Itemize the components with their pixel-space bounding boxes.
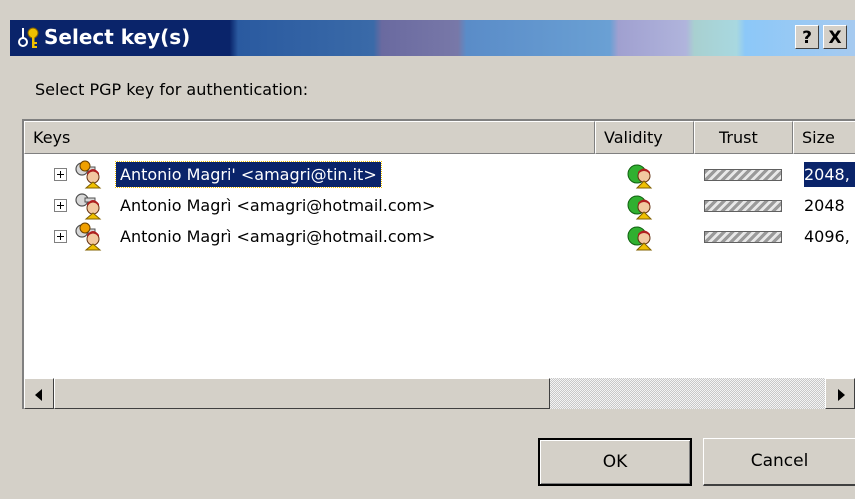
- key-name: Antonio Magri' <amagri@tin.it>: [115, 161, 382, 188]
- trust-bar: [704, 231, 782, 243]
- key-size: 2048: [804, 196, 845, 215]
- valid-key-icon: [627, 226, 653, 251]
- column-header-validity[interactable]: Validity: [595, 121, 694, 154]
- column-header-keys[interactable]: Keys: [24, 121, 595, 154]
- expand-icon[interactable]: [54, 230, 67, 243]
- key-size: 2048,: [804, 162, 855, 187]
- expand-icon[interactable]: [54, 199, 67, 212]
- prompt-label: Select PGP key for authentication:: [35, 80, 309, 99]
- scroll-right-button[interactable]: [825, 378, 855, 409]
- trust-bar: [704, 169, 782, 181]
- horizontal-scrollbar[interactable]: [24, 378, 855, 409]
- key-row[interactable]: Antonio Magrì <amagri@hotmail.com> 4096,: [24, 221, 855, 252]
- key-pair-icon: [75, 160, 102, 189]
- cancel-button[interactable]: Cancel: [703, 438, 855, 486]
- trust-bar: [704, 200, 782, 212]
- key-name: Antonio Magrì <amagri@hotmail.com>: [120, 196, 436, 215]
- close-button[interactable]: X: [823, 25, 847, 49]
- key-pair-icon: [75, 222, 102, 251]
- expand-icon[interactable]: [54, 168, 67, 181]
- scroll-left-button[interactable]: [24, 378, 54, 409]
- column-header-trust[interactable]: Trust: [694, 121, 793, 154]
- key-row[interactable]: Antonio Magri' <amagri@tin.it> 2048,: [24, 159, 855, 190]
- ok-button[interactable]: OK: [538, 438, 692, 486]
- select-keys-dialog: Select key(s) ? X Select PGP key for aut…: [0, 0, 855, 499]
- column-header-size[interactable]: Size: [793, 121, 855, 154]
- key-icon: [18, 27, 39, 48]
- key-row[interactable]: Antonio Magrì <amagri@hotmail.com> 2048: [24, 190, 855, 221]
- key-pair-icon: [75, 193, 102, 220]
- title-bar[interactable]: Select key(s) ? X: [10, 20, 855, 56]
- keys-list[interactable]: Keys Validity Trust Size Antonio Magri' …: [22, 119, 855, 409]
- scroll-thumb[interactable]: [54, 378, 550, 409]
- arrow-right-icon: [838, 389, 845, 401]
- key-size: 4096,: [804, 227, 850, 246]
- valid-key-icon: [627, 195, 653, 220]
- arrow-left-icon: [35, 389, 42, 401]
- help-button[interactable]: ?: [795, 25, 819, 49]
- key-name: Antonio Magrì <amagri@hotmail.com>: [120, 227, 436, 246]
- valid-key-icon: [627, 164, 653, 189]
- window-title: Select key(s): [44, 25, 191, 49]
